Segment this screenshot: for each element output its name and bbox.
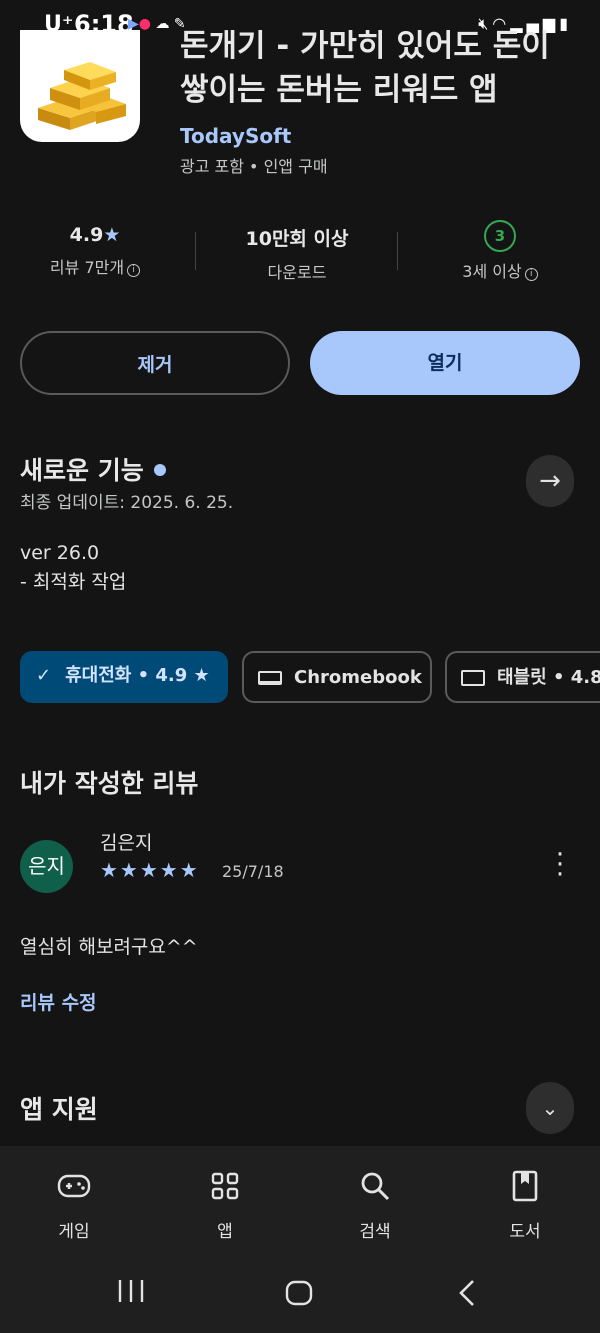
- edit-review-link[interactable]: 리뷰 수정: [20, 988, 97, 1015]
- whats-new-heading: 새로운 기능: [20, 456, 144, 485]
- dots-icon: ●: [138, 16, 151, 32]
- age-text: 3세 이상: [462, 262, 522, 281]
- app-support-title[interactable]: 앱 지원: [20, 1090, 98, 1126]
- app-title: 돈개기 - 가만히 있어도 돈이 쌓이는 돈버는 리워드 앱: [180, 30, 590, 116]
- downloads-stat: 10만회 이상 다운로드: [222, 224, 372, 283]
- reviews-count: 리뷰 7만개: [49, 258, 125, 277]
- review-date: 25/7/18: [222, 862, 284, 881]
- chip-phone[interactable]: ✓ 휴대전화 • 4.9 ★: [20, 651, 228, 703]
- arrow-right-icon[interactable]: →: [526, 455, 574, 507]
- recent-apps-icon[interactable]: [116, 1278, 146, 1311]
- rating-number: 4.9: [69, 224, 104, 246]
- age-rating-stat[interactable]: 3 3세 이상 i: [425, 220, 575, 282]
- age-badge: 3: [425, 220, 575, 252]
- nav-books[interactable]: 도서: [475, 1163, 575, 1242]
- divider: [397, 232, 398, 270]
- back-icon[interactable]: [456, 1278, 478, 1315]
- chip-tablet-label: 태블릿 • 4.8 ★: [497, 667, 600, 688]
- nav-games[interactable]: 게임: [24, 1163, 124, 1242]
- chip-chromebook[interactable]: Chromebook: [242, 651, 432, 703]
- home-icon[interactable]: [284, 1278, 314, 1315]
- developer-link[interactable]: TodaySoft: [180, 124, 291, 148]
- avatar: 은지: [20, 840, 73, 893]
- info-icon: i: [127, 264, 141, 277]
- app-meta: 광고 포함 • 인앱 구매: [180, 157, 328, 176]
- open-button[interactable]: 열기: [310, 331, 580, 395]
- my-review-title: 내가 작성한 리뷰: [20, 769, 199, 798]
- chip-tablet[interactable]: 태블릿 • 4.8 ★: [445, 651, 600, 703]
- app-title-line2: 쌓이는 돈버는 리워드 앱: [180, 72, 498, 108]
- app-icon: [20, 30, 140, 142]
- more-vert-icon[interactable]: · · ·: [550, 842, 570, 888]
- age-rating-icon: 3: [484, 220, 516, 252]
- divider: [195, 232, 196, 270]
- chip-phone-label: 휴대전화 • 4.9 ★: [65, 665, 210, 686]
- gamepad-icon: [24, 1163, 124, 1207]
- nav-apps[interactable]: 앱: [175, 1163, 275, 1242]
- nav-search[interactable]: 검색: [325, 1163, 425, 1242]
- release-note: - 최적화 작업: [20, 571, 127, 593]
- nav-search-label: 검색: [359, 1222, 391, 1242]
- review-author: 김은지: [100, 832, 153, 854]
- downloads-value: 10만회 이상: [245, 228, 349, 250]
- whats-new-title[interactable]: 새로운 기능: [20, 451, 166, 487]
- laptop-icon: [258, 671, 282, 685]
- rating-value: 4.9★: [20, 224, 170, 246]
- app-title-line1: 돈개기 - 가만히 있어도 돈이: [180, 30, 550, 64]
- uninstall-button[interactable]: 제거: [20, 331, 290, 395]
- rating-label: 리뷰 7만개 i: [20, 254, 170, 278]
- chip-chromebook-label: Chromebook: [294, 667, 422, 688]
- book-icon: [475, 1163, 575, 1207]
- search-icon: [325, 1163, 425, 1207]
- version-text: ver 26.0: [20, 542, 100, 564]
- new-dot-icon: [153, 464, 166, 476]
- info-icon: i: [524, 268, 538, 281]
- review-stars: ★★★★★: [100, 858, 200, 882]
- last-updated: 최종 업데이트: 2025. 6. 25.: [20, 493, 234, 513]
- review-text: 열심히 해보려구요^^: [20, 936, 198, 958]
- apps-grid-icon: [175, 1163, 275, 1207]
- rating-stat[interactable]: 4.9★ 리뷰 7만개 i: [20, 224, 170, 278]
- star-icon: ★: [103, 224, 121, 246]
- chevron-down-icon[interactable]: ⌄: [526, 1082, 574, 1134]
- nav-apps-label: 앱: [217, 1222, 233, 1242]
- downloads-label: 다운로드: [267, 263, 327, 282]
- cloud-icon: ☁: [155, 16, 170, 32]
- tablet-icon: [461, 670, 485, 686]
- check-icon: ✓: [36, 665, 52, 686]
- nav-games-label: 게임: [58, 1222, 90, 1242]
- nav-books-label: 도서: [509, 1222, 541, 1242]
- age-label: 3세 이상 i: [425, 258, 575, 282]
- gold-bars-icon: [38, 62, 126, 130]
